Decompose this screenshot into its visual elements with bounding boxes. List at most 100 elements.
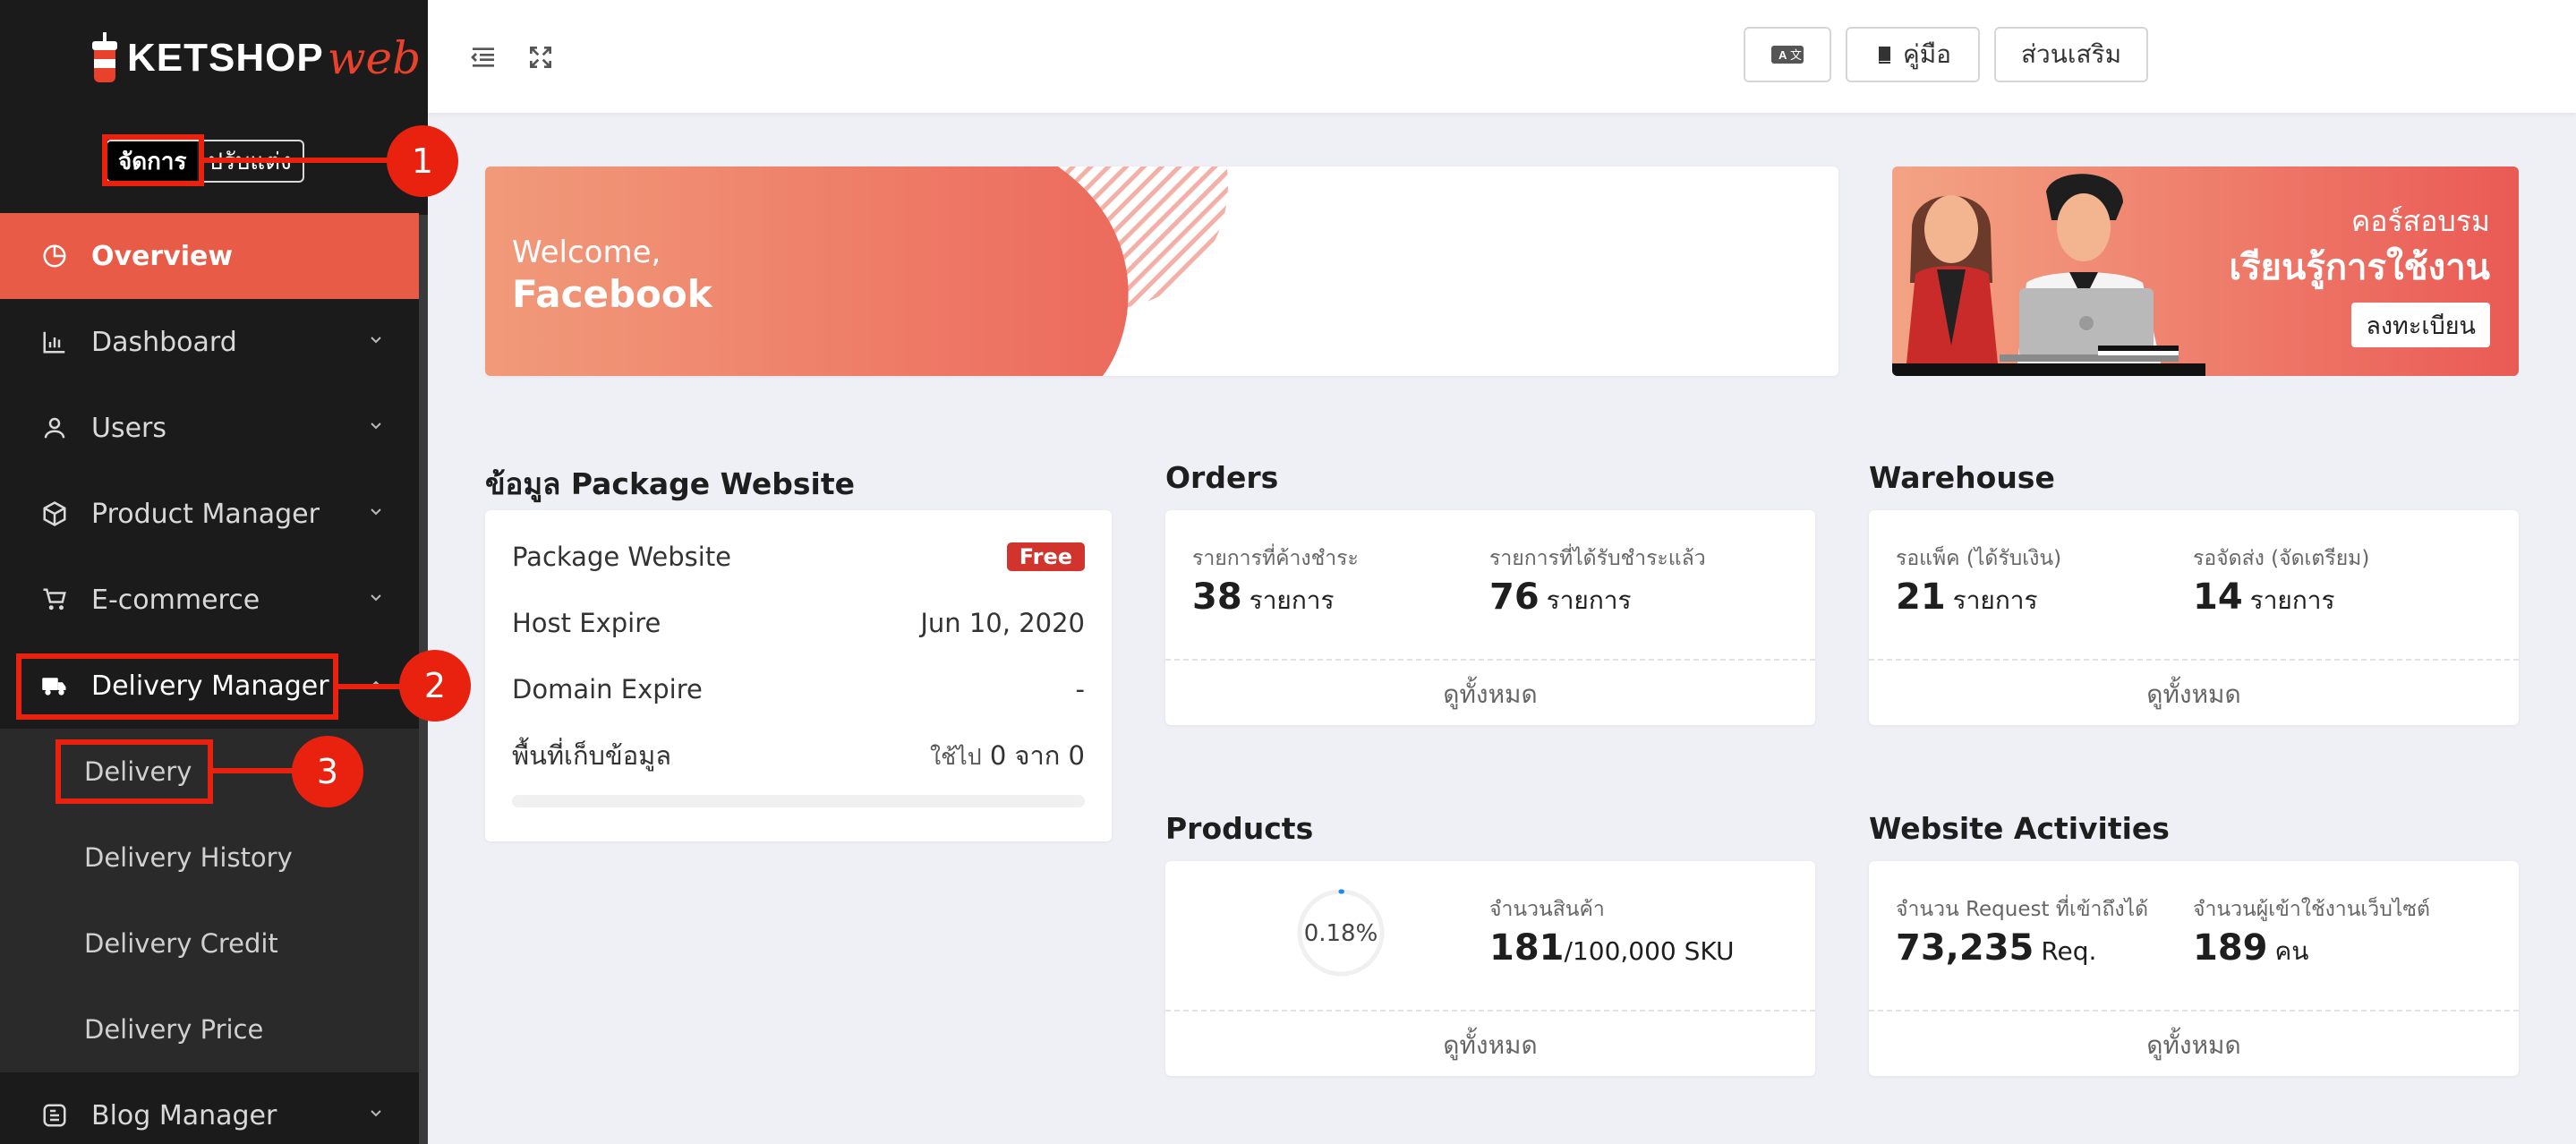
- products-section-title: Products: [1165, 811, 1314, 846]
- topbar: A文 คู่มือ ส่วนเสริม: [428, 0, 2576, 113]
- sidebar-item-overview[interactable]: Overview: [0, 213, 419, 299]
- activities-section-title: Website Activities: [1869, 811, 2170, 846]
- submenu-item-delivery-history[interactable]: Delivery History: [0, 815, 419, 901]
- sidebar-item-blog-manager[interactable]: Blog Manager: [0, 1072, 419, 1144]
- package-row: Package Website Free: [512, 539, 1085, 575]
- card-divider: [1869, 659, 2519, 661]
- awaiting-pack-label: รอแพ็ค (ได้รับเงิน): [1896, 547, 2062, 570]
- bar-chart-icon: [41, 329, 68, 355]
- brand-logo[interactable]: KETSHOP web: [90, 27, 421, 90]
- sidebar-item-ecommerce[interactable]: E-commerce: [0, 557, 419, 643]
- sidebar-item-users[interactable]: Users: [0, 385, 419, 471]
- sidebar-item-label: Product Manager: [91, 498, 320, 530]
- storage-total: 0: [1068, 740, 1085, 771]
- visitor-count-label: จำนวนผู้เข้าใช้งานเว็บไซต์: [2193, 898, 2430, 921]
- storage-used-prefix: ใช้ไป: [929, 744, 982, 770]
- card-divider: [1165, 659, 1815, 661]
- sidebar-item-label: Overview: [91, 240, 234, 272]
- chevron-down-icon: [371, 508, 381, 516]
- user-icon: [41, 414, 68, 441]
- manual-label: คู่มือ: [1902, 39, 1951, 69]
- package-card: Package Website Free Host Expire Jun 10,…: [485, 510, 1112, 841]
- annotation-line-1: [204, 158, 405, 163]
- storage-progress-bar: [512, 795, 1085, 807]
- brand-text: KETSHOP: [127, 36, 324, 80]
- sidebar-item-product-manager[interactable]: Product Manager: [0, 471, 419, 557]
- package-section-title: ข้อมูล Package Website: [485, 466, 856, 501]
- fullscreen-icon[interactable]: [526, 43, 555, 72]
- products-view-all-link[interactable]: ดูทั้งหมด: [1165, 1026, 1815, 1065]
- storage-usage: ใช้ไป 0 จาก 0: [930, 735, 1085, 776]
- sidebar-item-label: Users: [91, 412, 167, 444]
- plan-badge: Free: [1006, 542, 1085, 571]
- sidebar-toggle-icon[interactable]: [469, 43, 498, 72]
- chevron-down-icon: [371, 423, 381, 430]
- pie-chart-icon: [41, 243, 68, 269]
- annotation-marker-1: 1: [387, 125, 458, 197]
- annotation-marker-2: 2: [399, 650, 471, 721]
- domain-expire-row: Domain Expire -: [512, 671, 1085, 707]
- host-expire-label: Host Expire: [512, 608, 661, 638]
- sidebar-item-label: Dashboard: [91, 326, 237, 358]
- blog-icon: [41, 1102, 68, 1129]
- request-count-value: 73,235 Req.: [1896, 927, 2097, 969]
- orders-view-all-link[interactable]: ดูทั้งหมด: [1165, 675, 1815, 714]
- cart-icon: [41, 586, 68, 613]
- cup-icon: [90, 32, 120, 84]
- svg-text:A: A: [1778, 48, 1787, 62]
- visitor-count-value: 189 คน: [2193, 927, 2309, 969]
- annotation-box-1: [102, 134, 204, 186]
- card-divider: [1869, 1010, 2519, 1012]
- awaiting-pack-value: 21 รายการ: [1896, 576, 2038, 618]
- translate-button[interactable]: A文: [1744, 27, 1831, 82]
- annotation-box-2: [16, 653, 338, 720]
- host-expire-value: Jun 10, 2020: [920, 608, 1085, 638]
- orders-section-title: Orders: [1165, 460, 1279, 495]
- chevron-down-icon: [371, 1110, 381, 1117]
- activities-view-all-link[interactable]: ดูทั้งหมด: [1869, 1026, 2519, 1065]
- sidebar-item-dashboard[interactable]: Dashboard: [0, 299, 419, 385]
- welcome-banner: Welcome, Facebook: [485, 166, 1838, 376]
- paid-label: รายการที่ได้รับชำระแล้ว: [1489, 547, 1706, 570]
- product-count-label: จำนวนสินค้า: [1489, 898, 1605, 921]
- warehouse-view-all-link[interactable]: ดูทั้งหมด: [1869, 675, 2519, 714]
- welcome-name: Facebook: [512, 272, 712, 316]
- chevron-down-icon: [371, 337, 381, 344]
- translate-icon: A文: [1771, 46, 1804, 64]
- awaiting-ship-label: รอจัดส่ง (จัดเตรียม): [2193, 547, 2370, 570]
- product-count-value: 181/100,000 SKU: [1489, 927, 1735, 969]
- pending-payment-label: รายการที่ค้างชำระ: [1192, 547, 1359, 570]
- warehouse-section-title: Warehouse: [1869, 460, 2055, 495]
- pending-payment-value: 38 รายการ: [1192, 576, 1335, 618]
- svg-text:文: 文: [1790, 48, 1802, 62]
- storage-row: พื้นที่เก็บข้อมูล ใช้ไป 0 จาก 0: [512, 738, 1085, 773]
- manual-button[interactable]: คู่มือ: [1846, 27, 1980, 82]
- storage-of: จาก: [1014, 740, 1061, 771]
- products-card: 0.18% จำนวนสินค้า 181/100,000 SKU ดูทั้ง…: [1165, 861, 1815, 1076]
- submenu-item-delivery-price[interactable]: Delivery Price: [0, 986, 419, 1072]
- domain-expire-label: Domain Expire: [512, 674, 703, 704]
- addons-button[interactable]: ส่วนเสริม: [1994, 27, 2148, 82]
- warehouse-card: รอแพ็ค (ได้รับเงิน) 21 รายการ รอจัดส่ง (จ…: [1869, 510, 2519, 725]
- orders-card: รายการที่ค้างชำระ 38 รายการ รายการที่ได้ร…: [1165, 510, 1815, 725]
- product-usage-percent: 0.18%: [1303, 920, 1378, 947]
- request-count-label: จำนวน Request ที่เข้าถึงได้: [1896, 898, 2149, 921]
- course-banner[interactable]: คอร์สอบรม เรียนรู้การใช้งาน ลงทะเบียน: [1892, 166, 2519, 376]
- package-label: Package Website: [512, 542, 732, 572]
- course-subtitle: เรียนรู้การใช้งาน: [2229, 247, 2490, 288]
- welcome-greeting: Welcome,: [512, 235, 661, 270]
- brand-suffix: web: [327, 32, 422, 84]
- submenu-item-delivery-credit[interactable]: Delivery Credit: [0, 901, 419, 986]
- box-icon: [41, 500, 68, 527]
- book-icon: [1878, 47, 1890, 64]
- chevron-down-icon: [371, 594, 381, 602]
- card-divider: [1165, 1010, 1815, 1012]
- host-expire-row: Host Expire Jun 10, 2020: [512, 605, 1085, 641]
- storage-used: 0: [989, 740, 1007, 771]
- annotation-marker-3: 3: [292, 736, 363, 807]
- activities-card: จำนวน Request ที่เข้าถึงได้ 73,235 Req. จ…: [1869, 861, 2519, 1076]
- paid-value: 76 รายการ: [1489, 576, 1632, 618]
- register-button[interactable]: ลงทะเบียน: [2351, 303, 2490, 347]
- sidebar-item-label: E-commerce: [91, 584, 260, 616]
- storage-label: พื้นที่เก็บข้อมูล: [512, 740, 672, 771]
